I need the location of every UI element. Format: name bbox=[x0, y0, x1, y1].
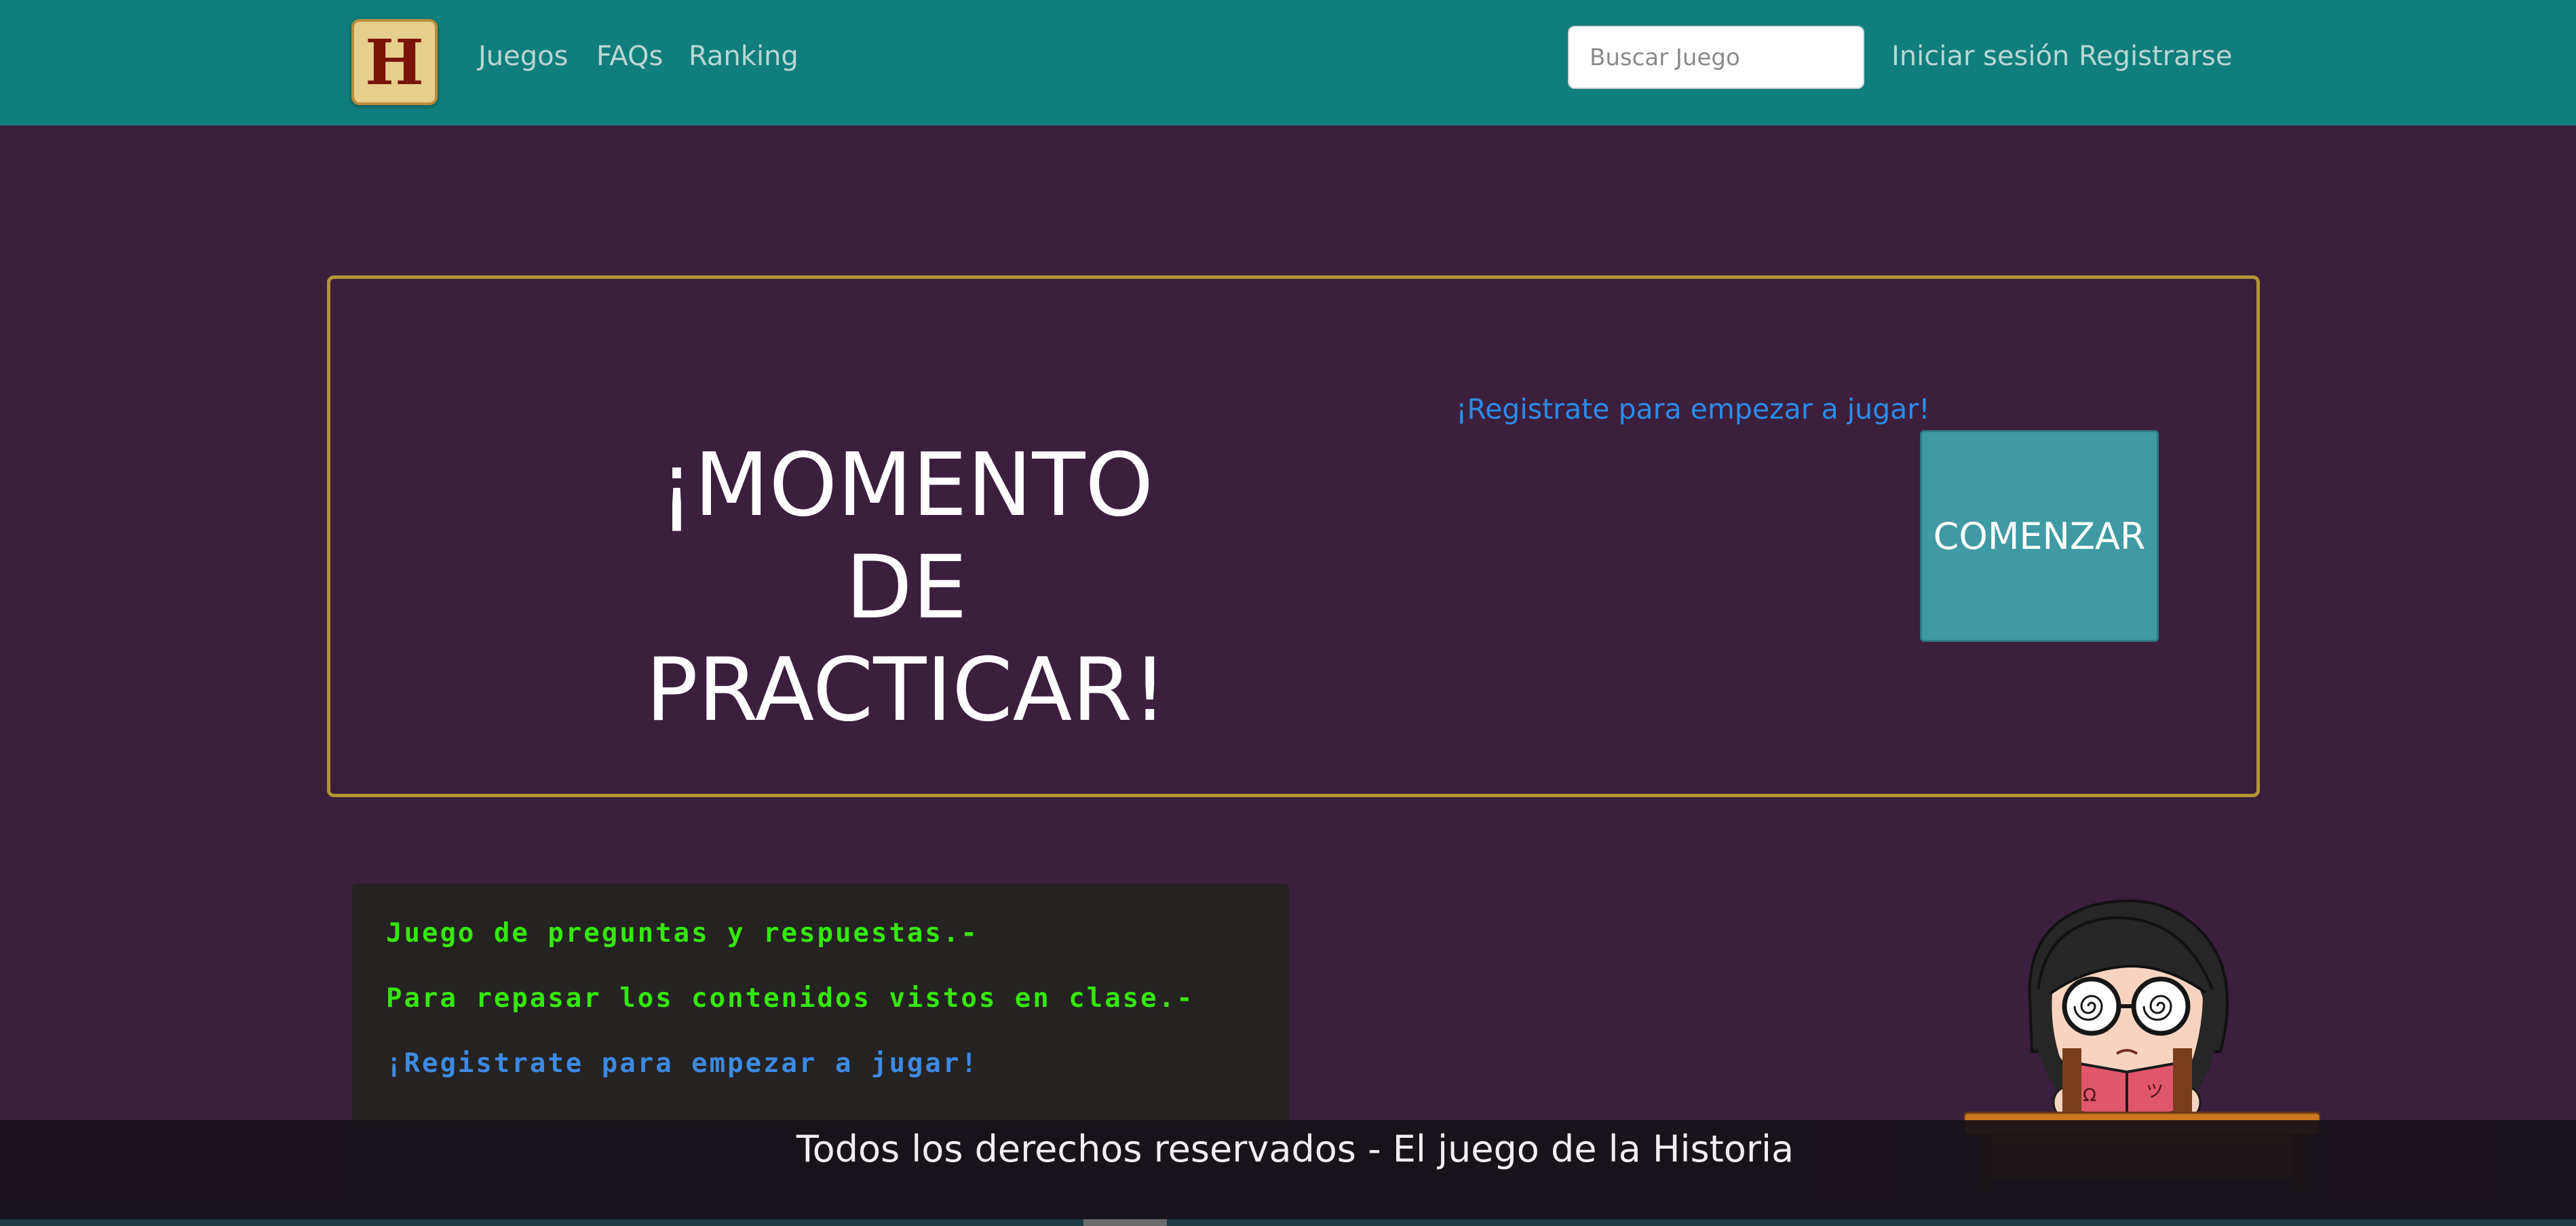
register-link[interactable]: Registrarse bbox=[2079, 41, 2232, 72]
scrollbar-thumb[interactable] bbox=[1083, 1219, 1167, 1226]
info-panel: Juego de preguntas y respuestas.- Para r… bbox=[352, 883, 1289, 1128]
search-input[interactable] bbox=[1568, 26, 1864, 89]
hero-title-line1: ¡MOMENTO DE bbox=[659, 435, 1154, 639]
nav-link-juegos[interactable]: Juegos bbox=[478, 41, 568, 72]
info-line-2: Para repasar los contenidos vistos en cl… bbox=[386, 983, 1195, 1014]
horizontal-scrollbar[interactable] bbox=[0, 1219, 2576, 1226]
info-line-1: Juego de preguntas y respuestas.- bbox=[386, 918, 979, 949]
hero-title-line2: PRACTICAR! bbox=[645, 640, 1168, 742]
hero-title: ¡MOMENTO DE PRACTICAR! bbox=[594, 434, 1218, 742]
info-line-3: ¡Registrate para empezar a jugar! bbox=[386, 1048, 979, 1079]
svg-text:ツ: ツ bbox=[2146, 1081, 2164, 1102]
svg-text:Ω: Ω bbox=[2083, 1086, 2096, 1106]
footer-copyright: Todos los derechos reservados - El juego… bbox=[796, 1128, 1794, 1170]
site-logo[interactable]: H bbox=[351, 19, 438, 105]
nav-link-faqs[interactable]: FAQs bbox=[596, 41, 663, 72]
register-prompt-link[interactable]: ¡Registrate para empezar a jugar! bbox=[1456, 393, 1930, 425]
nav-link-ranking[interactable]: Ranking bbox=[689, 41, 799, 72]
start-button[interactable]: COMENZAR bbox=[1920, 430, 2159, 642]
login-link[interactable]: Iniciar sesión bbox=[1891, 41, 2069, 72]
logo-letter: H bbox=[365, 25, 424, 99]
